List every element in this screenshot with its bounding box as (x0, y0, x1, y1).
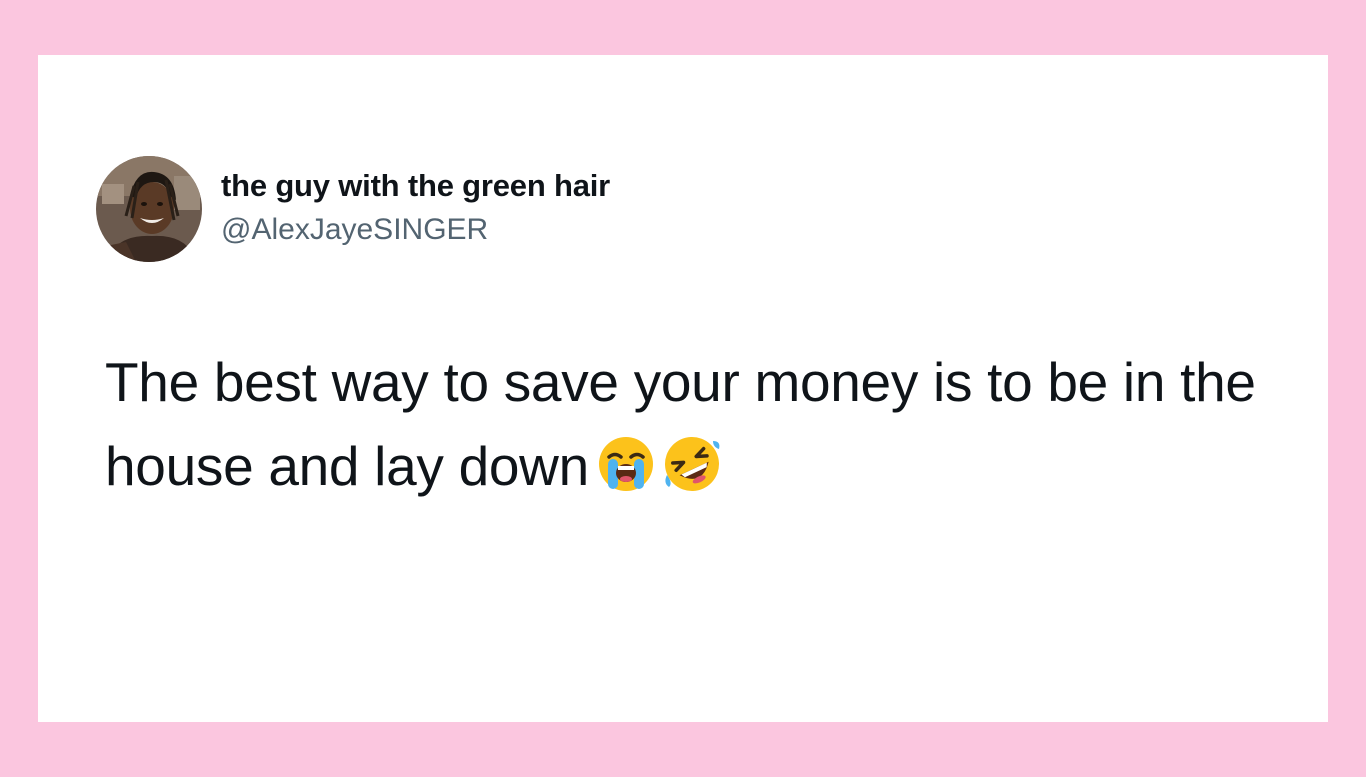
rolling-on-floor-laughing-icon (663, 435, 721, 493)
tweet-card: the guy with the green hair @AlexJayeSIN… (38, 55, 1328, 722)
avatar[interactable] (96, 156, 202, 262)
display-name[interactable]: the guy with the green hair (221, 168, 610, 204)
tweet-body: The best way to save your money is to be… (105, 340, 1315, 508)
user-handle[interactable]: @AlexJayeSINGER (221, 213, 488, 247)
loudly-crying-face-icon (597, 435, 655, 493)
profile-photo-icon (96, 156, 202, 262)
